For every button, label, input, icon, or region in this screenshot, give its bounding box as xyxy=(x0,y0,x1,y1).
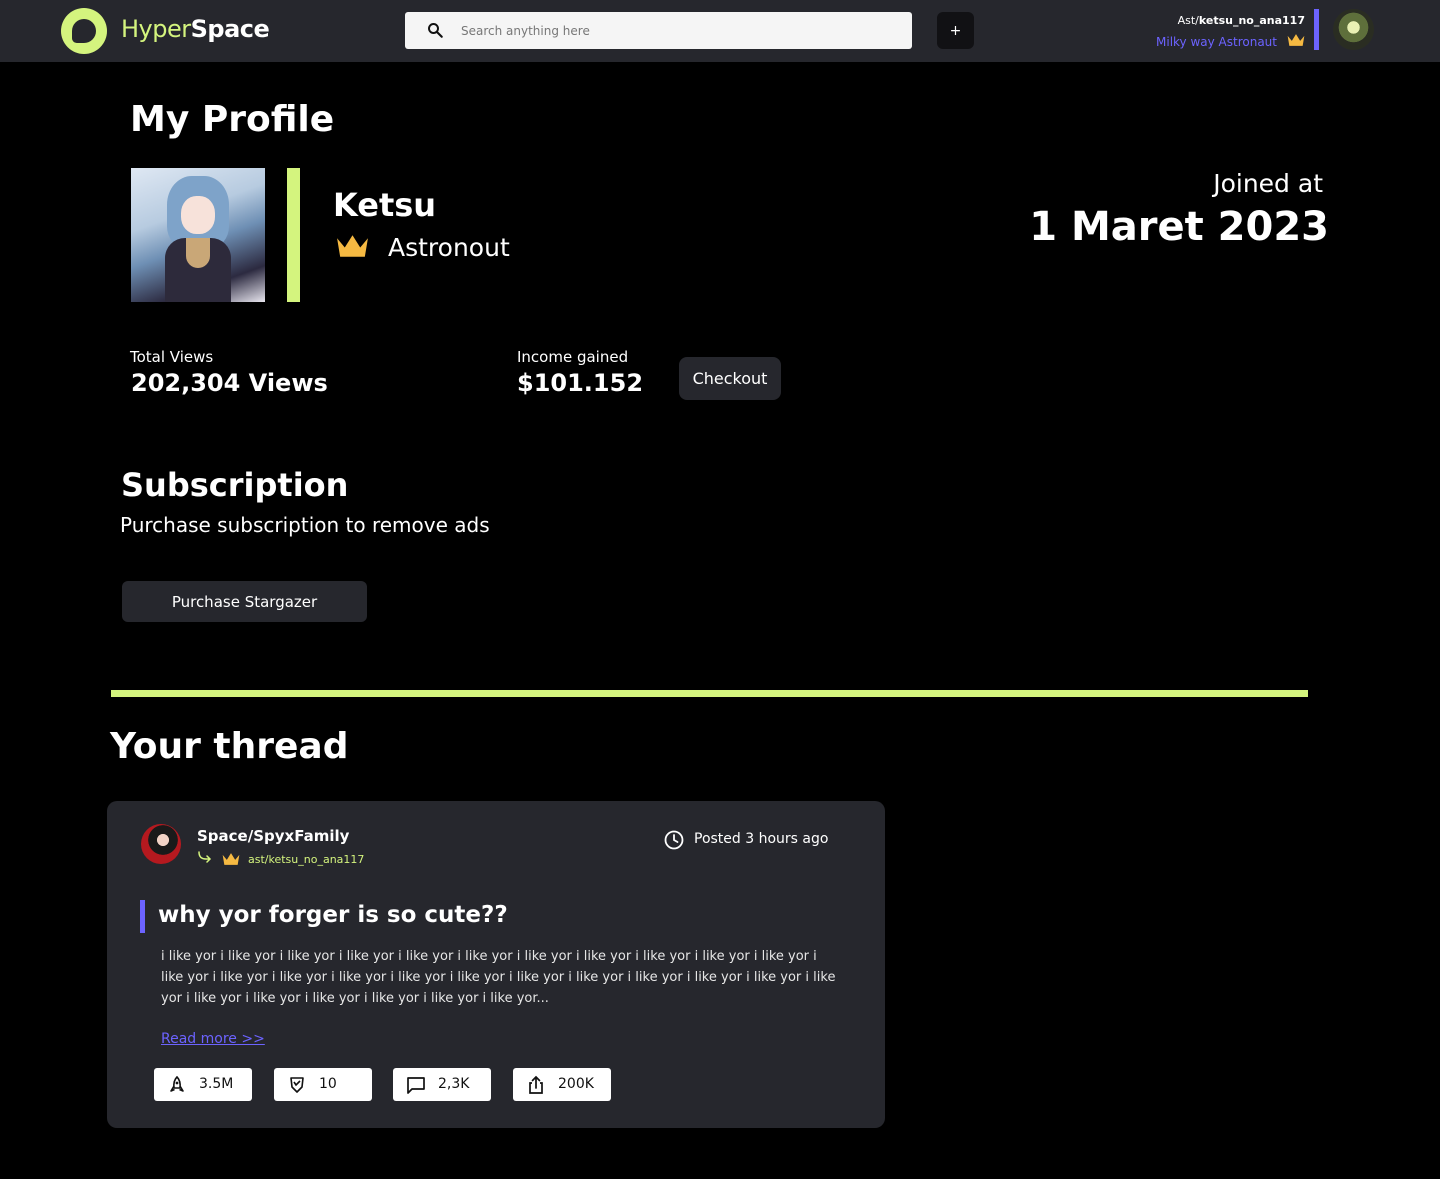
profile-picture xyxy=(131,168,265,302)
search-icon xyxy=(428,23,443,38)
thread-space[interactable]: Space/SpyxFamily xyxy=(197,827,349,845)
crown-icon xyxy=(222,853,240,865)
pic-face xyxy=(181,196,215,234)
user-handle-prefix: Ast/ xyxy=(1177,14,1199,27)
logo-inner xyxy=(72,19,96,43)
avatar[interactable] xyxy=(1333,9,1374,50)
post-body: i like yor i like yor i like yor i like … xyxy=(161,949,836,1006)
subscription-title: Subscription xyxy=(121,466,349,504)
title-accent-bar xyxy=(140,900,145,933)
pic-collar xyxy=(186,238,210,268)
section-divider xyxy=(111,690,1308,697)
share-button[interactable]: 200K xyxy=(513,1068,611,1101)
views-value: 202,304 Views xyxy=(131,369,328,397)
brand-part1: Hyper xyxy=(121,15,191,43)
rocket-icon xyxy=(170,1075,184,1092)
boost-count: 3.5M xyxy=(199,1076,234,1092)
share-icon xyxy=(529,1075,543,1094)
crown-icon xyxy=(1287,34,1305,46)
joined-date: 1 Maret 2023 xyxy=(1029,204,1329,250)
award-button[interactable]: 10 xyxy=(274,1068,372,1101)
thread-avatar[interactable] xyxy=(141,824,181,864)
badge-icon xyxy=(290,1077,304,1093)
thread-card[interactable]: Space/SpyxFamily ast/ketsu_no_ana117 Pos… xyxy=(107,801,885,1128)
profile-accent-bar xyxy=(287,168,300,302)
profile-name: Ketsu xyxy=(333,186,437,224)
posted-time: Posted 3 hours ago xyxy=(694,831,829,847)
comment-icon xyxy=(407,1077,425,1094)
income-label: Income gained xyxy=(517,348,629,366)
comment-count: 2,3K xyxy=(438,1076,470,1092)
clock-icon xyxy=(664,830,684,850)
share-count: 200K xyxy=(558,1076,594,1092)
page-title: My Profile xyxy=(130,99,335,140)
comment-button[interactable]: 2,3K xyxy=(393,1068,491,1101)
add-post-button[interactable]: + xyxy=(937,12,974,49)
post-title[interactable]: why yor forger is so cute?? xyxy=(158,902,508,928)
income-value: $101.152 xyxy=(517,369,644,397)
boost-button[interactable]: 3.5M xyxy=(154,1068,252,1101)
brand-part2: Space xyxy=(190,15,270,43)
user-accent-bar xyxy=(1314,9,1319,50)
thread-author[interactable]: ast/ketsu_no_ana117 xyxy=(248,853,364,866)
brand-logo-icon[interactable] xyxy=(61,8,107,54)
subscription-description: Purchase subscription to remove ads xyxy=(120,513,490,537)
thread-heading: Your thread xyxy=(110,726,349,767)
read-more-link[interactable]: Read more >> xyxy=(161,1031,265,1047)
crown-icon xyxy=(337,235,368,257)
checkout-button[interactable]: Checkout xyxy=(679,357,781,400)
user-rank: Milky way Astronaut xyxy=(1156,35,1277,49)
brand-name[interactable]: HyperSpace xyxy=(121,15,270,43)
reply-arrow-icon xyxy=(198,851,212,863)
award-count: 10 xyxy=(319,1076,337,1092)
purchase-stargazer-button[interactable]: Purchase Stargazer xyxy=(122,581,367,622)
user-handle-name: ketsu_no_ana117 xyxy=(1198,14,1305,27)
user-handle[interactable]: Ast/ketsu_no_ana117 xyxy=(1178,14,1305,27)
profile-rank: Astronout xyxy=(388,233,510,262)
joined-label: Joined at xyxy=(1213,169,1323,198)
search-input[interactable] xyxy=(405,12,912,49)
views-label: Total Views xyxy=(130,348,214,366)
